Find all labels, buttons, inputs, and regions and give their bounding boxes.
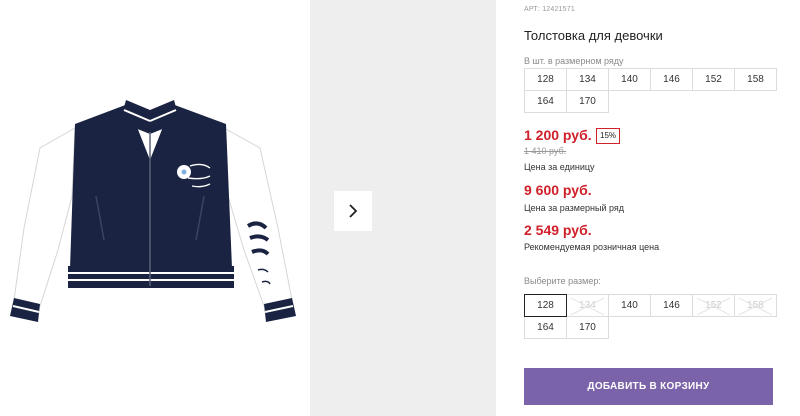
- row-size-cell: 140: [608, 68, 651, 91]
- sizes-in-row-label: В шт. в размерном ряду: [524, 56, 624, 66]
- size-option-146[interactable]: 146: [650, 294, 693, 317]
- size-option-134: 134: [566, 294, 609, 317]
- unit-price-caption: Цена за единицу: [524, 162, 595, 172]
- row-size-cell: 152: [692, 68, 735, 91]
- size-picker-label: Выберите размер:: [524, 276, 601, 286]
- size-option-164[interactable]: 164: [524, 316, 567, 339]
- row-size-cell: 164: [524, 90, 567, 113]
- product-image[interactable]: [0, 0, 310, 416]
- size-picker-grid: 128 134 140 146 152 158 164 170: [524, 294, 777, 339]
- size-option-158: 158: [734, 294, 777, 317]
- jacket-image: [10, 100, 296, 322]
- next-image-button[interactable]: [334, 191, 372, 231]
- product-info: АРТ: 12421571 Толстовка для девочки В шт…: [524, 0, 777, 416]
- retail-price-caption: Рекомендуемая розничная цена: [524, 242, 660, 252]
- row-size-cell: 146: [650, 68, 693, 91]
- product-gallery: [0, 0, 496, 416]
- unit-price: 1 200 руб.: [524, 127, 592, 143]
- product-title: Толстовка для девочки: [524, 28, 663, 43]
- row-price-caption: Цена за размерный ряд: [524, 203, 625, 213]
- old-price: 1 410 руб.: [524, 146, 567, 156]
- row-size-cell: 158: [734, 68, 777, 91]
- size-option-170[interactable]: 170: [566, 316, 609, 339]
- row-price: 9 600 руб.: [524, 182, 592, 198]
- discount-badge: 15%: [596, 128, 621, 144]
- row-size-cell: 170: [566, 90, 609, 113]
- add-to-cart-button[interactable]: ДОБАВИТЬ В КОРЗИНУ: [524, 368, 773, 405]
- product-sku: АРТ: 12421571: [524, 6, 575, 13]
- sizes-in-row-grid: 128 134 140 146 152 158 164 170: [524, 68, 777, 113]
- row-size-cell: 128: [524, 68, 567, 91]
- size-option-140[interactable]: 140: [608, 294, 651, 317]
- size-option-152: 152: [692, 294, 735, 317]
- chevron-right-icon: [349, 204, 358, 218]
- size-option-128[interactable]: 128: [524, 294, 567, 317]
- retail-price: 2 549 руб.: [524, 222, 592, 238]
- row-size-cell: 134: [566, 68, 609, 91]
